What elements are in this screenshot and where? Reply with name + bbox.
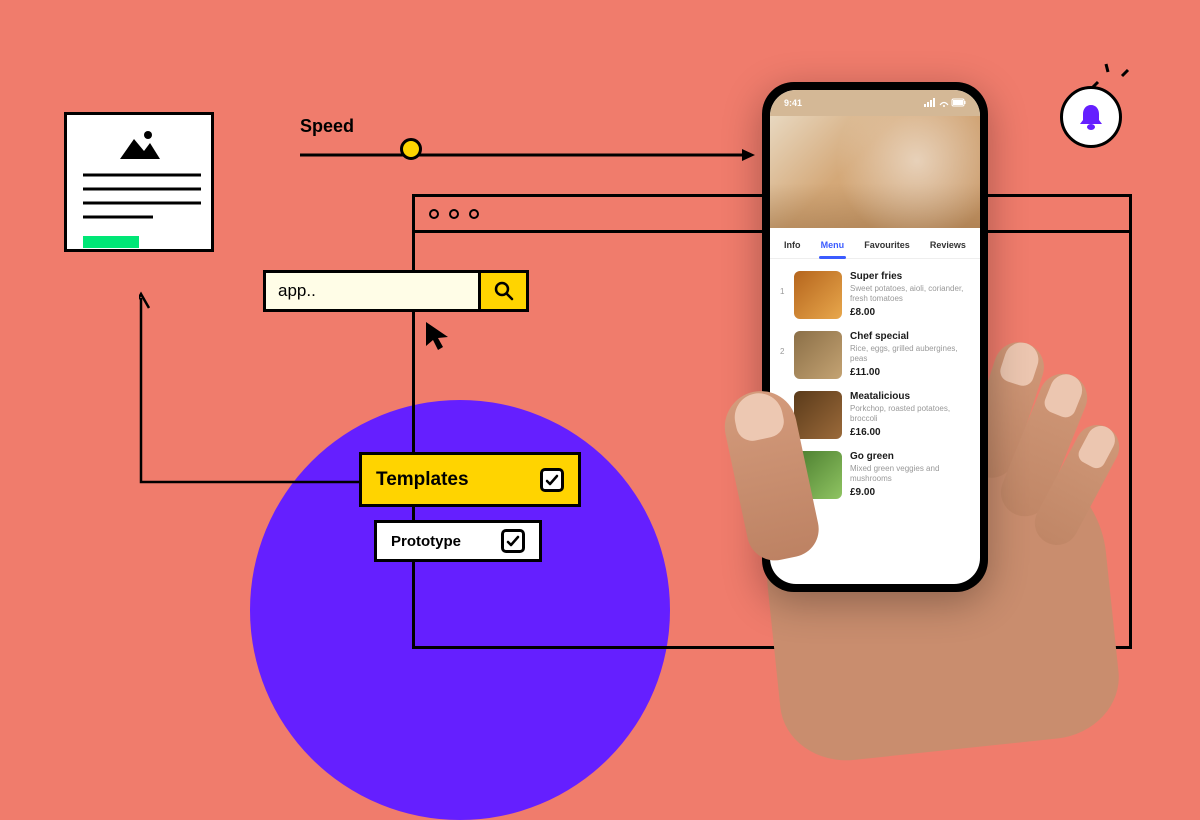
bell-icon — [1077, 102, 1105, 132]
chip-label: Prototype — [391, 533, 461, 550]
window-control-dot[interactable] — [429, 209, 439, 219]
phone-mockup: 9:41 Info Menu Favourites Reviews 1 Supe… — [762, 82, 988, 592]
notification-ticks-icon — [1092, 62, 1132, 90]
tab-menu[interactable]: Menu — [819, 236, 847, 258]
menu-item-image — [794, 451, 842, 499]
menu-item-price: £11.00 — [850, 367, 970, 378]
checkbox-checked-icon[interactable] — [540, 468, 564, 492]
phone-status-bar: 9:41 — [770, 90, 980, 116]
menu-item[interactable]: 1 Super fries Sweet potatoes, aioli, cor… — [780, 265, 970, 325]
tab-favourites[interactable]: Favourites — [862, 236, 912, 258]
cursor-icon — [424, 320, 450, 350]
menu-item[interactable]: 3 Meatalicious Porkchop, roasted potatoe… — [780, 385, 970, 445]
menu-item-price: £16.00 — [850, 427, 970, 438]
templates-chip[interactable]: Templates — [359, 452, 581, 507]
image-placeholder-icon — [114, 129, 164, 161]
phone-time: 9:41 — [784, 98, 802, 108]
connector-arrow — [139, 290, 369, 498]
speed-arrow-line — [300, 148, 755, 162]
document-card — [64, 112, 214, 252]
phone-tabs: Info Menu Favourites Reviews — [770, 228, 980, 259]
status-icons — [924, 98, 966, 109]
speed-slider-handle[interactable] — [400, 138, 422, 160]
menu-item-number: 4 — [780, 451, 786, 476]
menu-item-number: 3 — [780, 391, 786, 416]
window-control-dot[interactable] — [469, 209, 479, 219]
menu-item-price: £8.00 — [850, 307, 970, 318]
menu-item-desc: Rice, eggs, grilled aubergines, peas — [850, 344, 970, 365]
menu-list: 1 Super fries Sweet potatoes, aioli, cor… — [770, 259, 980, 584]
menu-item-number: 2 — [780, 331, 786, 356]
tab-info[interactable]: Info — [782, 236, 803, 258]
document-accent-bar — [83, 236, 139, 248]
notification-badge[interactable] — [1060, 86, 1122, 148]
search-icon — [494, 281, 514, 301]
menu-item[interactable]: 2 Chef special Rice, eggs, grilled auber… — [780, 325, 970, 385]
menu-item-price: £9.00 — [850, 487, 970, 498]
window-control-dot[interactable] — [449, 209, 459, 219]
menu-item-number: 1 — [780, 271, 786, 296]
speed-label: Speed — [300, 116, 354, 137]
tab-reviews[interactable]: Reviews — [928, 236, 968, 258]
chip-label: Templates — [376, 469, 469, 491]
document-lines — [83, 171, 201, 221]
checkbox-checked-icon[interactable] — [501, 529, 525, 553]
menu-item-image — [794, 331, 842, 379]
menu-item-title: Chef special — [850, 331, 970, 342]
prototype-chip[interactable]: Prototype — [374, 520, 542, 562]
menu-item-desc: Sweet potatoes, aioli, coriander, fresh … — [850, 284, 970, 305]
menu-item-image — [794, 391, 842, 439]
menu-item-title: Meatalicious — [850, 391, 970, 402]
search-button[interactable] — [478, 273, 526, 309]
search-input[interactable] — [266, 273, 478, 309]
menu-item-desc: Porkchop, roasted potatoes, broccoli — [850, 404, 970, 425]
menu-item-title: Super fries — [850, 271, 970, 282]
menu-item-title: Go green — [850, 451, 970, 462]
menu-item-image — [794, 271, 842, 319]
menu-item[interactable]: 4 Go green Mixed green veggies and mushr… — [780, 445, 970, 505]
menu-item-desc: Mixed green veggies and mushrooms — [850, 464, 970, 485]
phone-screen: 9:41 Info Menu Favourites Reviews 1 Supe… — [770, 90, 980, 584]
search-box — [263, 270, 529, 312]
restaurant-hero-image — [770, 116, 980, 228]
